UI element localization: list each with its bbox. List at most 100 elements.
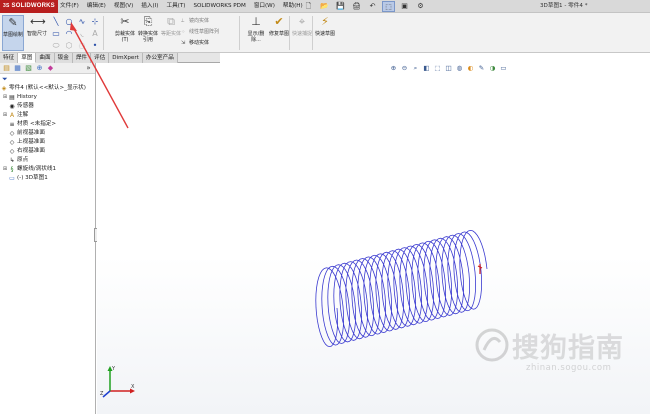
tree-item-3d-sketch[interactable]: ▭ (-) 3D草图1 (0, 174, 95, 183)
tree-item-front-plane[interactable]: ◇ 前视基准面 (0, 129, 95, 138)
tab-evaluate[interactable]: 评估 (91, 53, 110, 63)
ribbon-separator (103, 16, 104, 50)
point-icon[interactable]: ⊹ (89, 16, 101, 27)
title-bar: 3S SOLIDWORKS 文件(F) 编辑(E) 视图(V) 插入(I) 工具(… (0, 0, 650, 13)
tab-dimxpert[interactable]: DimXpert (109, 53, 143, 63)
tab-surfaces[interactable]: 曲面 (36, 53, 55, 63)
rebuild-icon[interactable]: ▣ (398, 1, 411, 12)
material-icon: ≡ (9, 121, 15, 128)
rectangle-icon[interactable]: ▭ (50, 28, 62, 39)
helix-curve[interactable] (315, 229, 488, 348)
tree-item-material[interactable]: ≡ 材质 <未指定> (0, 120, 95, 129)
command-manager-tabs: 特征 草图 曲面 钣金 焊件 评估 DimXpert 办公室产品 (0, 53, 220, 63)
tree-item-top-plane[interactable]: ◇ 上视基准面 (0, 138, 95, 147)
smart-dimension-button[interactable]: ⟷ 智能尺寸 (26, 15, 48, 51)
trim-icon: ✂ (120, 15, 130, 28)
ribbon-separator (312, 16, 313, 50)
x-label: X (131, 384, 135, 390)
configuration-icon[interactable]: ▧ (24, 64, 33, 73)
mirror-entities-button[interactable]: ⟂ 镜向实体 (181, 17, 219, 25)
linear-pattern-button[interactable]: ⁘ 线性草图阵列 (181, 28, 219, 36)
filter-icon[interactable]: ⏷ (2, 75, 8, 84)
move-icon: ⇲ (181, 40, 186, 46)
tab-sketch[interactable]: 草图 (18, 53, 37, 63)
tree-item-right-plane[interactable]: ◇ 右视基准面 (0, 147, 95, 156)
select-icon[interactable]: ⬚ (382, 1, 395, 12)
tab-features[interactable]: 特征 (0, 53, 19, 63)
save-icon[interactable]: 💾 (334, 1, 347, 12)
undo-icon[interactable]: ↶ (366, 1, 379, 12)
new-document-icon[interactable]: 🗋 (302, 1, 315, 12)
tree-root[interactable]: ◈ 零件4 (默认<<默认>_显示状) (0, 84, 95, 93)
ellipse-icon[interactable]: ◌ (76, 40, 88, 51)
menu-bar: 文件(F) 编辑(E) 视图(V) 插入(I) 工具(T) SOLIDWORKS… (60, 0, 303, 13)
menu-item-help[interactable]: 帮助(H) (283, 0, 303, 13)
sketch-entities-grid: ╲ ○ ∿ ⊹ ▭ ◠ ◟ A ⬭ ⬡ ◌ • (50, 16, 101, 51)
snap-icon: ⌖ (298, 15, 306, 28)
mirror-icon: ⟂ (181, 18, 185, 24)
watermark-logo (475, 328, 509, 362)
ribbon-separator (239, 16, 240, 50)
menu-item-pdm[interactable]: SOLIDWORKS PDM (193, 0, 245, 13)
menu-item-tools[interactable]: 工具(T) (166, 0, 185, 13)
rapid-sketch-icon: ⚡ (321, 15, 329, 28)
feature-manager-toolbar: ▤ ▦ ▧ ⊕ ◆ » (0, 63, 95, 74)
rapid-sketch-button[interactable]: ⚡ 快速草图 (314, 15, 336, 51)
relations-icon: ⊥ (251, 15, 261, 28)
chevron-right-icon[interactable]: » (84, 64, 93, 73)
tree-item-origin[interactable]: ↳ 原点 (0, 156, 95, 165)
sketch-icon: ✎ (8, 16, 18, 29)
trim-button[interactable]: ✂ 剪裁实体(T) (114, 15, 136, 51)
sensor-icon: ◉ (9, 103, 15, 110)
feature-tree: ◈ 零件4 (默认<<默认>_显示状) ⊞ ▤ History ◉ 传感器 ⊞ A 注解 ≡… (0, 84, 95, 183)
helix-icon: § (10, 166, 14, 173)
sketch-3d-icon: ▭ (9, 175, 15, 182)
annotation-icon: A (9, 112, 15, 119)
spline-icon[interactable]: ∿ (76, 16, 88, 27)
z-axis (102, 390, 111, 398)
reference-triad: X Y Z (100, 366, 135, 398)
tree-item-sensors[interactable]: ◉ 传感器 (0, 102, 95, 111)
display-delete-relations-button[interactable]: ⊥ 显示/删除... (245, 15, 267, 51)
menu-item-edit[interactable]: 编辑(E) (87, 0, 106, 13)
feature-manager-panel: ▤ ▦ ▧ ⊕ ◆ » ⏷ ◈ 零件4 (默认<<默认>_显示状) ⊞ ▤ Histo… (0, 63, 96, 414)
tree-item-annotations[interactable]: ⊞ A 注解 (0, 111, 95, 120)
polygon-icon[interactable]: ⬡ (63, 40, 75, 51)
property-manager-icon[interactable]: ▦ (13, 64, 22, 73)
slot-icon[interactable]: ⬭ (50, 40, 62, 51)
text-icon[interactable]: A (89, 28, 101, 39)
offset-entities-button[interactable]: ⧉ 等距实体 (160, 15, 182, 51)
display-manager-icon[interactable]: ◆ (46, 64, 55, 73)
quick-access-toolbar: 🗋 📂 💾 🖨 ↶ ⬚ ▣ ⚙ (302, 1, 427, 12)
dot-icon[interactable]: • (89, 40, 101, 51)
convert-entities-button[interactable]: ⎘ 转换实体引用 (137, 15, 159, 51)
print-icon[interactable]: 🖨 (350, 1, 363, 12)
open-icon[interactable]: 📂 (318, 1, 331, 12)
quick-snaps-button[interactable]: ⌖ 快速捕捉 (291, 15, 313, 51)
menu-item-view[interactable]: 视图(V) (114, 0, 133, 13)
menu-item-insert[interactable]: 插入(I) (141, 0, 158, 13)
circle-icon[interactable]: ○ (63, 16, 75, 27)
command-manager: ✎ 草图绘制 ⟷ 智能尺寸 ╲ ○ ∿ ⊹ ▭ ◠ ◟ A ⬭ ⬡ ◌ • ✂ … (0, 13, 650, 53)
feature-tree-icon[interactable]: ▤ (2, 64, 11, 73)
repair-sketch-button[interactable]: ✔ 修复草图 (268, 15, 290, 51)
watermark-text: 搜狗指南 (512, 333, 624, 364)
tab-weldments[interactable]: 焊件 (72, 53, 92, 63)
options-icon[interactable]: ⚙ (414, 1, 427, 12)
dimxpert-icon[interactable]: ⊕ (35, 64, 44, 73)
tab-sheet-metal[interactable]: 钣金 (54, 53, 73, 63)
menu-item-file[interactable]: 文件(F) (60, 0, 79, 13)
move-entities-button[interactable]: ⇲ 移动实体 (181, 39, 219, 47)
part-icon: ◈ (1, 85, 7, 92)
sketch-button[interactable]: ✎ 草图绘制 (2, 15, 24, 51)
arc-icon[interactable]: ◠ (63, 28, 75, 39)
menu-item-window[interactable]: 窗口(W) (254, 0, 275, 13)
tree-item-history[interactable]: ⊞ ▤ History (0, 93, 95, 102)
tree-item-helix[interactable]: ⊞ § 螺旋线/涡状线1 (0, 165, 95, 174)
solidworks-logo[interactable]: 3S SOLIDWORKS (0, 0, 58, 13)
y-label: Y (111, 366, 116, 372)
line-icon[interactable]: ╲ (50, 16, 62, 27)
origin-icon: ↳ (9, 157, 15, 164)
fillet-icon[interactable]: ◟ (76, 28, 88, 39)
tab-office-products[interactable]: 办公室产品 (142, 53, 178, 63)
